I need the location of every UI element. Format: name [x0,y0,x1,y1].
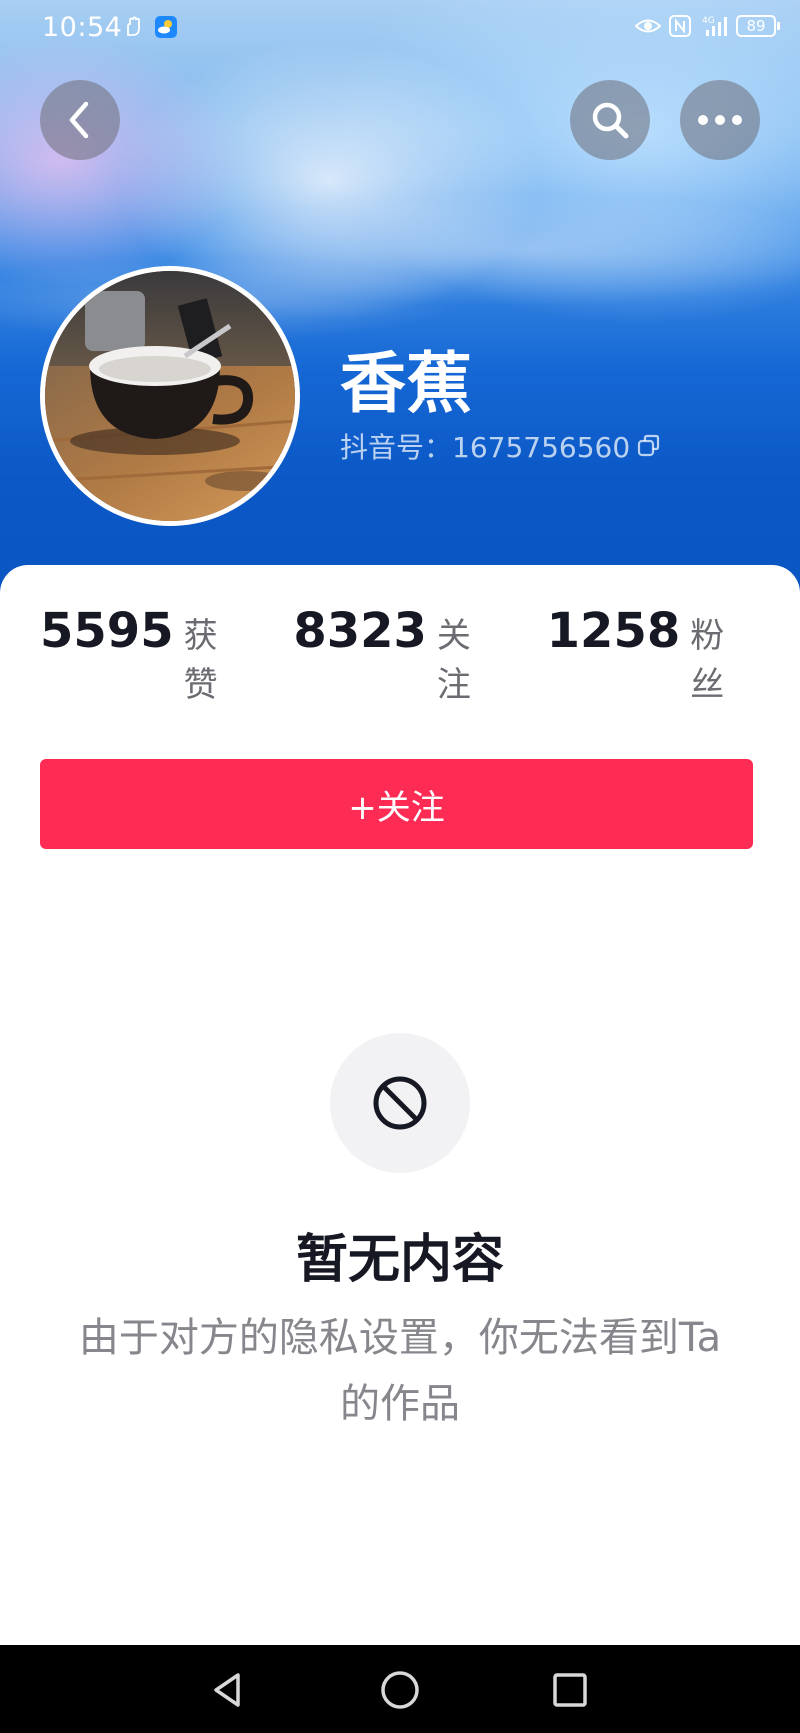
nav-recent-button[interactable] [545,1665,595,1715]
signal-4g-icon: 4G [702,14,727,38]
stat-followers[interactable]: 1258 粉丝 [547,603,758,706]
more-button[interactable] [680,80,760,160]
stat-following[interactable]: 8323 关注 [293,603,504,706]
status-time: 10:54 [42,12,123,43]
empty-state-title: 暂无内容 [295,1230,504,1290]
stat-following-value: 8323 [293,603,427,659]
stat-following-label: 关注 [436,616,471,705]
system-nav-bar [0,1645,800,1733]
stat-likes[interactable]: 5595 获赞 [40,603,251,706]
nav-back-button[interactable] [203,1665,253,1715]
follow-button[interactable]: +关注 [40,759,753,849]
nav-back-icon [214,1673,240,1707]
profile-card: 5595 获赞 8323 关注 1258 粉丝 +关注 暂无内容 由于对方的隐私… [0,565,800,1645]
nav-home-button[interactable] [375,1665,425,1715]
more-dots-icon [698,115,742,125]
weather-icon [154,15,178,39]
search-button[interactable] [570,80,650,160]
stats-row: 5595 获赞 8323 关注 1258 粉丝 [40,603,800,706]
coffee-cup-photo [45,271,295,521]
status-right-icons: 4G 89 [634,14,780,38]
empty-state-description: 由于对方的隐私设置，你无法看到Ta的作品 [78,1315,722,1427]
douyin-id-text: 抖音号：1675756560 [340,431,631,464]
battery-icon: 89 [736,15,780,37]
avatar[interactable] [40,266,300,526]
stat-followers-label: 粉丝 [690,616,725,705]
block-icon [373,1076,427,1130]
stat-likes-value: 5595 [40,603,174,659]
eye-icon [634,14,662,38]
copy-icon[interactable] [636,433,662,459]
status-left-icons [122,15,178,39]
nav-recent-icon [553,1673,587,1707]
nfc-icon [668,14,692,38]
status-bar: 10:54 4G 89 [0,0,800,58]
douyin-id[interactable]: 抖音号：1675756560 [340,426,662,466]
profile-screen: 10:54 4G 89 香蕉 抖音号：1675756560 5595 获赞 83… [0,0,800,1733]
stat-followers-value: 1258 [546,603,681,659]
back-button[interactable] [40,80,120,160]
stat-likes-label: 获赞 [183,616,218,705]
chevron-left-icon [69,101,89,139]
hand-icon [122,15,146,39]
empty-state-icon-wrap [330,1033,470,1173]
search-icon [592,102,629,139]
profile-name: 香蕉 [340,345,472,422]
nav-home-icon [381,1671,419,1709]
svg-text:4G: 4G [702,16,715,26]
